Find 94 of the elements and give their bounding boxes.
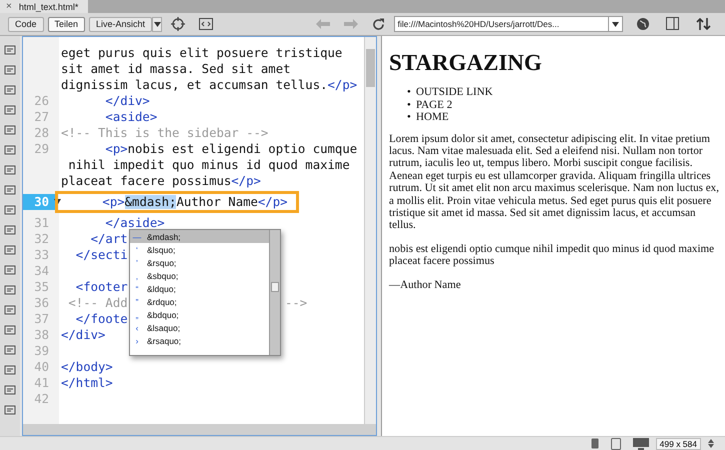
- close-button[interactable]: ×: [6, 1, 12, 12]
- bullet: •: [407, 98, 412, 111]
- tool-icon[interactable]: [4, 384, 16, 396]
- code-line: </html>: [61, 376, 113, 390]
- code-line: <p>nobis est eligendi optio cumque: [104, 142, 358, 156]
- hint-item[interactable]: ” &rdquo;: [130, 295, 269, 308]
- line-number: 32: [33, 231, 50, 247]
- code-line: -->: [285, 296, 308, 310]
- tool-icon[interactable]: [4, 144, 16, 156]
- tool-icon[interactable]: [4, 244, 16, 256]
- hint-item[interactable]: — &mdash;: [130, 230, 269, 243]
- tool-icon[interactable]: [4, 364, 16, 376]
- tool-icon[interactable]: [4, 84, 16, 96]
- line-number: 34: [33, 263, 50, 279]
- desktop-icon[interactable]: [632, 438, 649, 450]
- hint-item[interactable]: “ &ldquo;: [130, 282, 269, 295]
- tablet-icon[interactable]: [610, 438, 621, 450]
- code-line: sit amet id massa. Sed sit amet: [61, 62, 291, 76]
- code-line: eget purus quis elit posuere tristique: [61, 46, 342, 60]
- line-number: 42: [33, 391, 50, 407]
- line-number: 37: [33, 311, 50, 327]
- tool-icon[interactable]: [4, 404, 16, 416]
- hint-item[interactable]: › &rsaquo;: [130, 334, 269, 347]
- line-number: 30: [23, 194, 55, 210]
- line-number: 27: [33, 109, 50, 125]
- code-icon[interactable]: [199, 18, 214, 30]
- code-line: <footer: [74, 280, 128, 294]
- line-number: 26: [33, 93, 50, 109]
- line-number: 41: [33, 375, 50, 391]
- code-line: </div>: [61, 328, 106, 342]
- line-number: 35: [33, 279, 50, 295]
- stepper-icon[interactable]: [708, 439, 714, 448]
- line-number: 40: [33, 359, 50, 375]
- tab-title: html_text.html*: [18, 2, 78, 12]
- phone-icon[interactable]: [590, 438, 599, 449]
- code-line: <!-- This is the sidebar -->: [61, 126, 268, 140]
- code-line: </foote: [74, 312, 128, 326]
- view-button[interactable]: Live-Ansicht: [89, 16, 152, 32]
- sort-icon[interactable]: [696, 17, 712, 31]
- code-line: </secti: [74, 248, 128, 262]
- hint-item[interactable]: ‹ &lsaquo;: [130, 321, 269, 334]
- tool-icon[interactable]: [4, 324, 16, 336]
- line-number: 29: [33, 141, 50, 157]
- tool-icon[interactable]: [4, 64, 16, 76]
- line-number: 38: [33, 327, 50, 343]
- caret-icon: [154, 22, 161, 26]
- line-number: 28: [33, 125, 50, 141]
- code-line: nihil impedit quo minus id quod maxime: [67, 158, 350, 172]
- code-line: <!-- Add: [67, 296, 128, 310]
- code-line: </body>: [61, 360, 113, 374]
- layout-icon[interactable]: [666, 17, 682, 31]
- tool-icon[interactable]: [4, 284, 16, 296]
- tool-icon[interactable]: [4, 164, 16, 176]
- line-number: 33: [33, 247, 50, 263]
- hint-item[interactable]: ’ &rsquo;: [130, 256, 269, 269]
- crosshair-icon[interactable]: [171, 17, 186, 31]
- scrollbar[interactable]: [364, 37, 376, 424]
- tool-icon[interactable]: [4, 104, 16, 116]
- line-number: 39: [33, 343, 50, 359]
- code-line: dignissim lacus, et accumsan tellus.</p>: [61, 78, 358, 92]
- tool-icon[interactable]: [4, 224, 16, 236]
- tool-icon[interactable]: [4, 44, 16, 56]
- page-heading: STARGAZING: [389, 50, 543, 76]
- line-number: 31: [33, 215, 50, 231]
- tool-icon[interactable]: [4, 304, 16, 316]
- hint-item[interactable]: ‚ &sbquo;: [130, 269, 269, 282]
- caret-icon[interactable]: [612, 22, 619, 26]
- document-tab[interactable]: × html_text.html*: [0, 0, 88, 13]
- view-button[interactable]: Code: [8, 16, 44, 32]
- paragraph: nobis est eligendi optio cumque nihil impedit quo minus id quod maxime placeat facere possimus: [389, 242, 716, 268]
- view-button[interactable]: Teilen: [48, 16, 86, 32]
- code-line: </div>: [104, 94, 150, 108]
- code-line: <aside>: [104, 110, 158, 124]
- code-line: </art: [90, 232, 128, 246]
- code-line: placeat facere possimus</p>: [61, 174, 261, 188]
- bullet: •: [407, 86, 412, 98]
- tool-icon[interactable]: [4, 124, 16, 136]
- tool-icon[interactable]: [4, 344, 16, 356]
- viewport-size-field[interactable]: 499 x 584: [656, 438, 701, 450]
- line-number: 36: [33, 295, 50, 311]
- tool-icon[interactable]: [4, 204, 16, 216]
- scrollbar[interactable]: [269, 230, 280, 355]
- code-line: </aside>: [104, 216, 165, 230]
- hint-item[interactable]: „ &bdquo;: [130, 308, 269, 321]
- tool-icon[interactable]: [4, 264, 16, 276]
- paragraph: —Author Name: [389, 278, 462, 291]
- bullet: •: [407, 111, 412, 124]
- tool-icon[interactable]: [4, 184, 16, 196]
- dropdown-button[interactable]: [152, 16, 162, 32]
- hint-item[interactable]: ‘ &lsquo;: [130, 243, 269, 256]
- address-field[interactable]: file:///Macintosh%20HD/Users/jarrott/Des...: [394, 16, 623, 32]
- refresh-icon[interactable]: [372, 18, 385, 30]
- paragraph: Lorem ipsum dolor sit amet, consectetur adipiscing elit. In vitae pretium lacus. Nam vitae malesuada elit. Sed a eleifend nisi. Nullam non tortor rutrum, iaculis leo ut, tempus libero. Morbi suscipit congue facilisis. Aenean eget turpis eu est ullamcorper gravida. Aliquam fringilla ultrices rutrum. Ut sit amet elit non arcu maximus scelerisque. Nam non luctus ex, a mollis elit. Proin vitae vehicula metus. Sed eget purus quis elit posuere tristique sit amet id massa. Sed sit amet dignissim lacus, et accumsan tellus.: [389, 132, 719, 232]
- scrollbar[interactable]: [23, 424, 376, 435]
